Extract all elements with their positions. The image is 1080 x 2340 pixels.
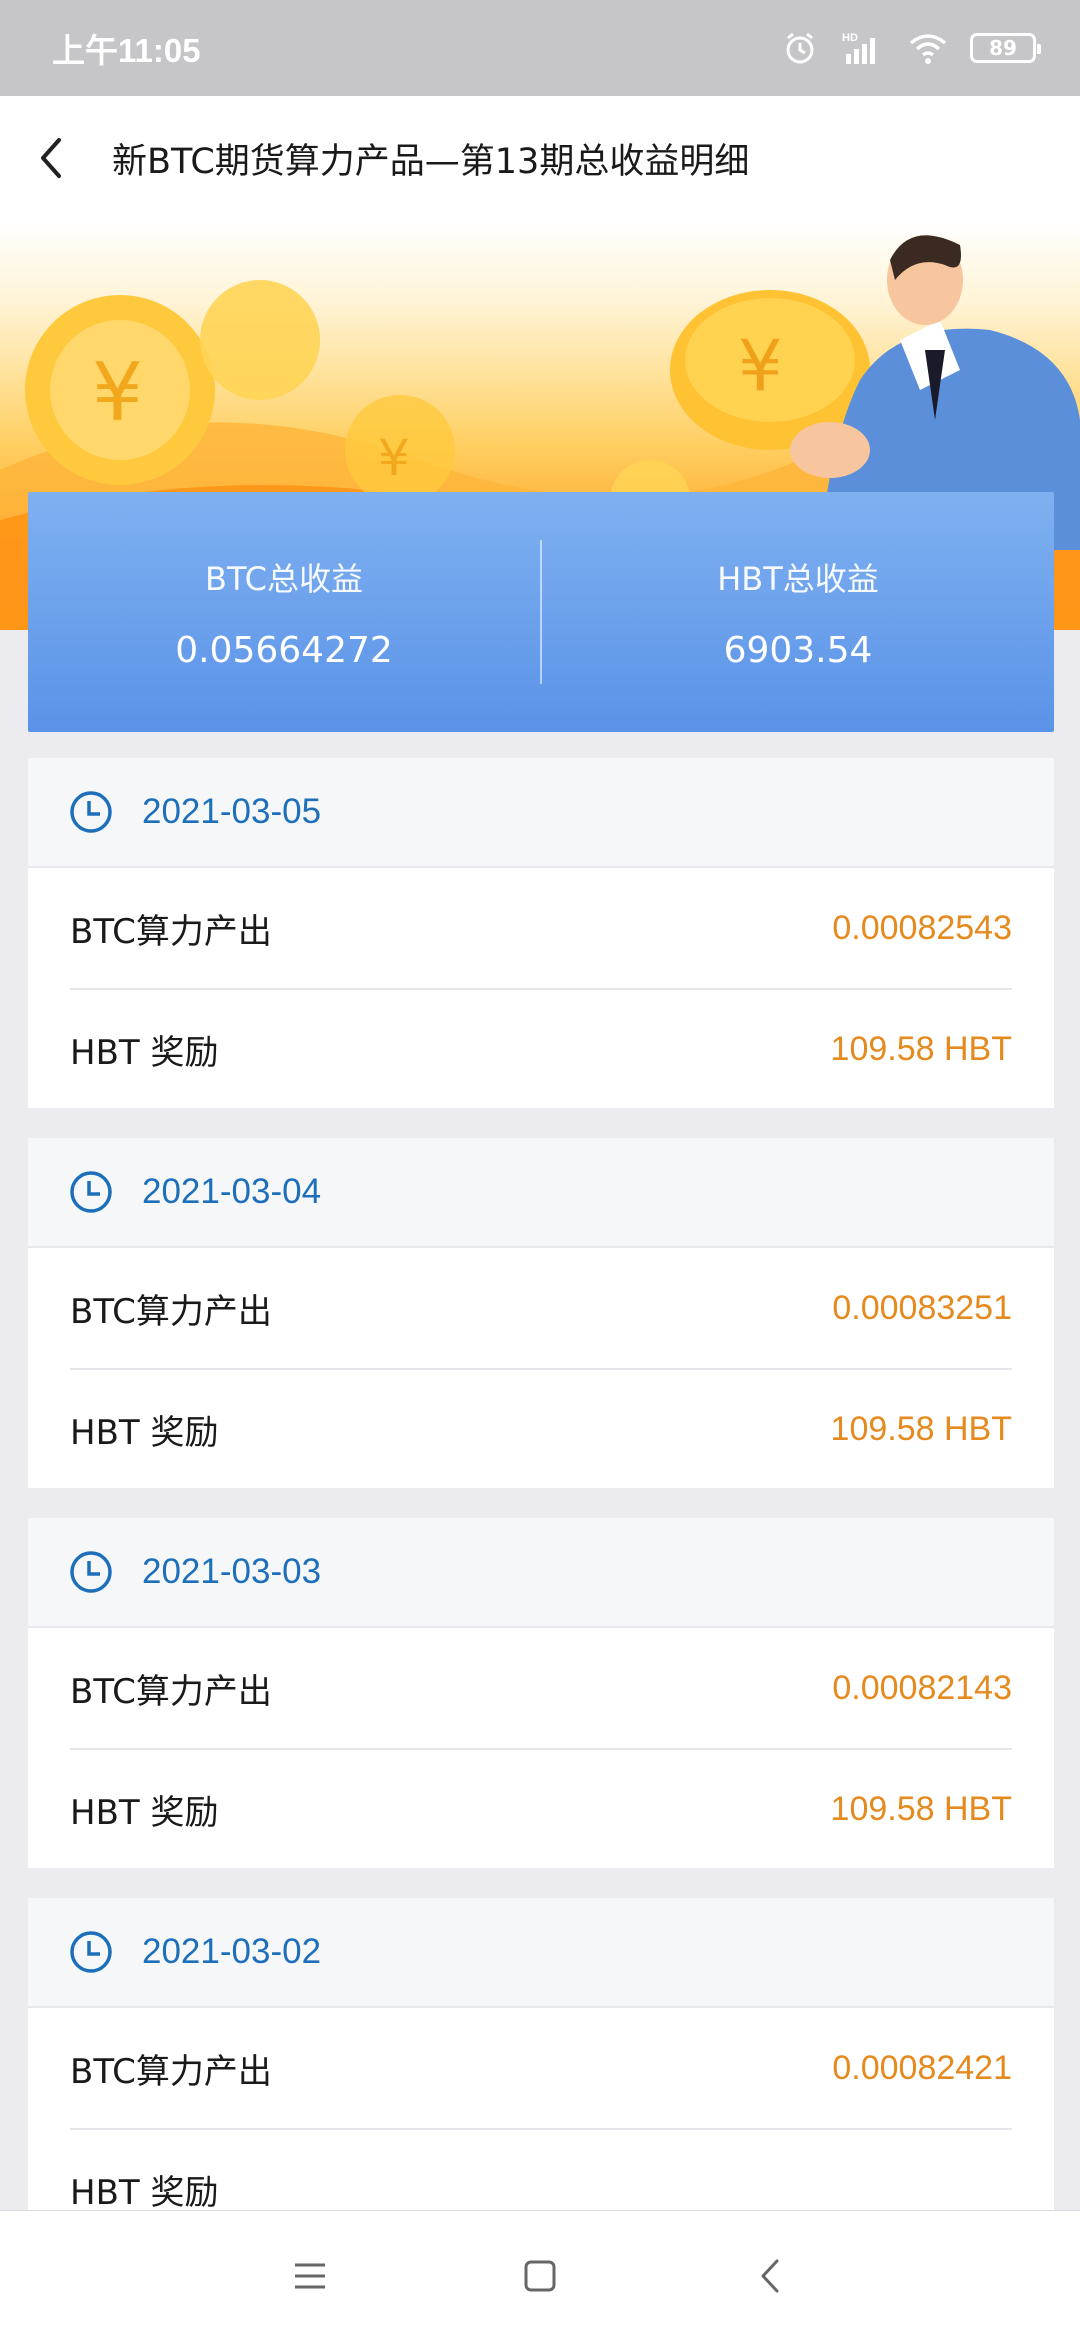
hbt-reward-value: 109.58 HBT	[830, 1409, 1012, 1448]
hbt-reward-row: HBT 奖励 109.58 HBT	[70, 1368, 1012, 1488]
btc-output-label: BTC算力产出	[70, 1291, 272, 1332]
svg-text:¥: ¥	[92, 346, 143, 439]
btc-total-label: BTC总收益	[205, 559, 363, 598]
earnings-card: 2021-03-04 BTC算力产出 0.00083251 HBT 奖励 109…	[28, 1138, 1054, 1488]
clock-icon	[70, 1931, 112, 1973]
clock-icon	[70, 791, 112, 833]
svg-text:¥: ¥	[378, 429, 410, 487]
hbt-reward-label: HBT 奖励	[70, 1032, 219, 1073]
hbt-reward-row: HBT 奖励 109.58 HBT	[70, 988, 1012, 1108]
home-nav-button[interactable]	[510, 2246, 570, 2306]
btc-output-row: BTC算力产出 0.00082143	[70, 1628, 1012, 1748]
card-date: 2021-03-02	[142, 1932, 322, 1971]
page-title: 新BTC期货算力产品—第13期总收益明细	[112, 141, 750, 182]
card-header: 2021-03-02	[28, 1898, 1054, 2008]
btc-output-label: BTC算力产出	[70, 911, 272, 952]
alarm-icon	[786, 32, 814, 64]
battery-indicator: 89	[970, 33, 1041, 63]
earnings-card: 2021-03-03 BTC算力产出 0.00082143 HBT 奖励 109…	[28, 1518, 1054, 1868]
card-header: 2021-03-03	[28, 1518, 1054, 1628]
hbt-reward-label: HBT 奖励	[70, 1412, 219, 1453]
hbt-reward-row: HBT 奖励 109.58 HBT	[70, 1748, 1012, 1868]
clock-icon	[70, 1551, 112, 1593]
svg-text:¥: ¥	[738, 325, 783, 407]
hd-label: HD	[842, 32, 858, 44]
clock-icon	[70, 1171, 112, 1213]
card-date: 2021-03-05	[142, 792, 322, 831]
btc-output-row: BTC算力产出 0.00083251	[70, 1248, 1012, 1368]
earnings-list: 2021-03-05 BTC算力产出 0.00082543 HBT 奖励 109…	[28, 758, 1054, 2278]
card-date: 2021-03-04	[142, 1172, 322, 1211]
hbt-reward-value: 109.58 HBT	[830, 1789, 1012, 1828]
back-nav-button[interactable]	[740, 2246, 800, 2306]
btc-output-value: 0.00083251	[832, 1288, 1012, 1327]
status-icons: HD 89	[782, 30, 1041, 66]
status-time: 上午11:05	[52, 32, 201, 69]
battery-level: 89	[989, 36, 1017, 60]
btc-output-row: BTC算力产出 0.00082421	[70, 2008, 1012, 2128]
btc-summary: BTC总收益 0.05664272	[28, 554, 540, 671]
btc-total-value: 0.05664272	[175, 629, 393, 671]
wifi-icon	[909, 34, 947, 64]
btc-output-label: BTC算力产出	[70, 1671, 272, 1712]
back-button[interactable]	[0, 96, 100, 220]
back-triangle-icon	[761, 2259, 779, 2292]
signal-icon: HD	[842, 32, 875, 64]
status-bar: 上午11:05 HD 89	[0, 0, 1080, 96]
btc-output-value: 0.00082543	[832, 908, 1012, 947]
menu-nav-button[interactable]	[280, 2246, 340, 2306]
btc-output-value: 0.00082421	[832, 2048, 1012, 2087]
system-nav-bar	[0, 2210, 1080, 2340]
header-bar: 新BTC期货算力产品—第13期总收益明细	[0, 96, 1080, 220]
btc-output-label: BTC算力产出	[70, 2051, 272, 2092]
btc-output-value: 0.00082143	[832, 1668, 1012, 1707]
card-date: 2021-03-03	[142, 1552, 322, 1591]
earnings-card: 2021-03-02 BTC算力产出 0.00082421 HBT 奖励	[28, 1898, 1054, 2248]
hbt-total-value: 6903.54	[723, 629, 873, 671]
hbt-reward-label: HBT 奖励	[70, 1792, 219, 1833]
back-arrow-icon	[41, 138, 61, 178]
btc-output-row: BTC算力产出 0.00082543	[70, 868, 1012, 988]
summary-card: BTC总收益 0.05664272 HBT总收益 6903.54	[28, 492, 1054, 732]
hbt-reward-label: HBT 奖励	[70, 2172, 219, 2213]
card-header: 2021-03-04	[28, 1138, 1054, 1248]
earnings-card: 2021-03-05 BTC算力产出 0.00082543 HBT 奖励 109…	[28, 758, 1054, 1108]
home-square-icon	[524, 2260, 556, 2291]
card-header: 2021-03-05	[28, 758, 1054, 868]
menu-icon	[295, 2263, 325, 2288]
hbt-summary: HBT总收益 6903.54	[542, 554, 1054, 671]
hbt-total-label: HBT总收益	[717, 559, 879, 598]
hbt-reward-value: 109.58 HBT	[830, 1029, 1012, 1068]
